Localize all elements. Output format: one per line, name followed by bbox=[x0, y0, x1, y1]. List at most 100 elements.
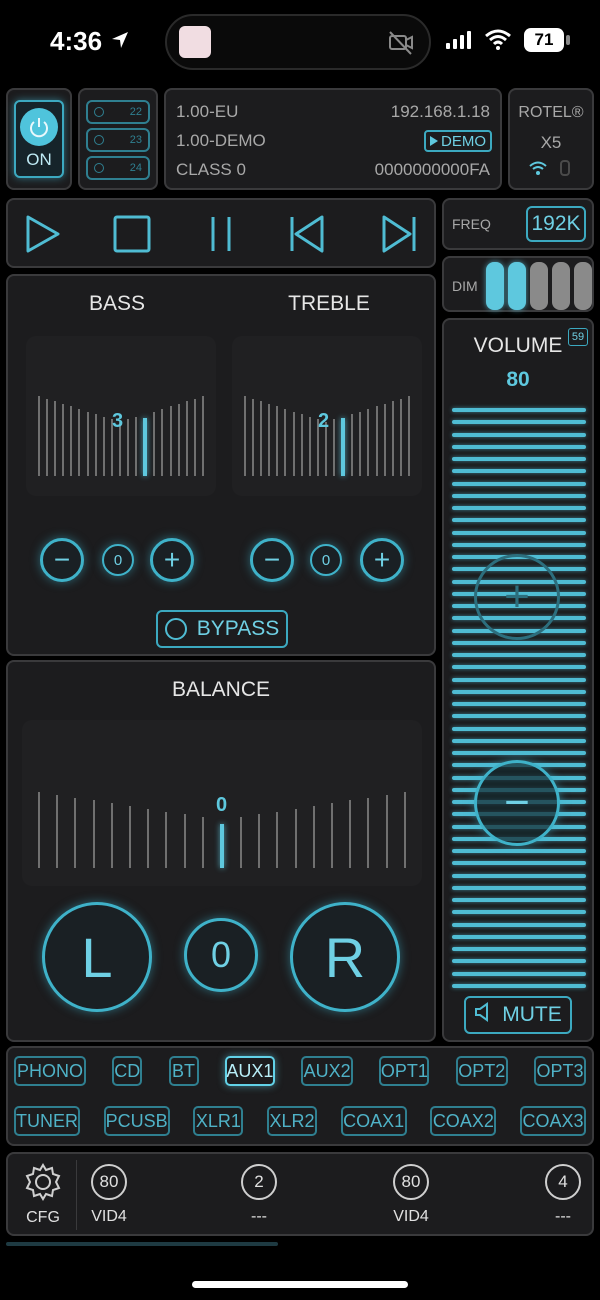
balance-slider[interactable]: 0 bbox=[22, 720, 422, 886]
bass-tick bbox=[78, 409, 81, 476]
volume-panel: VOLUME 59 80 + − MUTE bbox=[442, 318, 594, 1042]
volume-bar bbox=[452, 542, 586, 547]
mode-text: 1.00-DEMO bbox=[176, 131, 266, 150]
dim-bar[interactable] bbox=[530, 262, 548, 310]
treble-plus-button[interactable]: + bbox=[360, 538, 404, 582]
balance-right-button[interactable]: R bbox=[290, 902, 400, 1012]
source-opt3[interactable]: OPT3 bbox=[534, 1056, 586, 1086]
mute-button[interactable]: MUTE bbox=[464, 996, 572, 1034]
source-opt1[interactable]: OPT1 bbox=[379, 1056, 430, 1086]
volume-bar bbox=[452, 432, 586, 437]
treble-tick bbox=[333, 419, 336, 476]
treble-slider[interactable]: 2 bbox=[232, 336, 422, 496]
stop-button[interactable] bbox=[112, 214, 152, 259]
volume-bar bbox=[452, 469, 586, 474]
balance-tick bbox=[110, 803, 113, 868]
treble-tick bbox=[268, 403, 271, 476]
power-button[interactable]: ON bbox=[14, 100, 64, 178]
volume-bar bbox=[452, 481, 586, 486]
power-icon bbox=[20, 108, 58, 146]
volume-bar bbox=[452, 898, 586, 902]
volume-down-button[interactable]: − bbox=[474, 760, 560, 846]
play-icon bbox=[430, 136, 438, 146]
home-indicator[interactable] bbox=[192, 1281, 408, 1288]
dim-panel: DIM bbox=[442, 256, 594, 312]
pause-button[interactable] bbox=[206, 214, 236, 259]
zones-panel: 22 23 24 bbox=[78, 88, 158, 190]
volume-badge: 59 bbox=[568, 328, 588, 346]
source-phono[interactable]: PHONO bbox=[14, 1056, 86, 1086]
source-coax3[interactable]: COAX3 bbox=[520, 1106, 586, 1136]
source-xlr2[interactable]: XLR2 bbox=[267, 1106, 317, 1136]
balance-tick bbox=[385, 794, 388, 868]
bass-tick bbox=[135, 416, 138, 476]
source-coax2[interactable]: COAX2 bbox=[430, 1106, 497, 1136]
zone-button-24[interactable]: 24 bbox=[86, 156, 150, 180]
bass-value: 3 bbox=[112, 410, 124, 432]
zone-button-23[interactable]: 23 bbox=[86, 128, 150, 152]
dim-bar[interactable] bbox=[486, 262, 504, 310]
dim-bar[interactable] bbox=[552, 262, 570, 310]
bass-plus-button[interactable]: + bbox=[150, 538, 194, 582]
next-button[interactable] bbox=[380, 214, 418, 259]
freq-value[interactable]: 192K bbox=[526, 206, 586, 242]
volume-bar bbox=[452, 518, 586, 523]
bottom-item-label: VID4 bbox=[91, 1208, 127, 1225]
source-cd[interactable]: CD bbox=[112, 1056, 143, 1086]
bottom-item-1[interactable]: 80 VID4 bbox=[84, 1164, 134, 1226]
bass-tick bbox=[70, 406, 73, 476]
source-aux1[interactable]: AUX1 bbox=[224, 1056, 275, 1086]
balance-center-button[interactable]: 0 bbox=[184, 918, 258, 992]
volume-bar bbox=[452, 444, 586, 449]
balance-tick bbox=[219, 824, 224, 868]
source-coax1[interactable]: COAX1 bbox=[340, 1106, 407, 1136]
balance-tick bbox=[92, 800, 95, 868]
balance-tick bbox=[240, 817, 243, 868]
bottom-item-2[interactable]: 2 --- bbox=[234, 1164, 284, 1226]
bass-tick bbox=[201, 396, 204, 476]
source-xlr1[interactable]: XLR1 bbox=[193, 1106, 244, 1136]
source-bt[interactable]: BT bbox=[168, 1056, 199, 1086]
bottom-item-3[interactable]: 80 VID4 bbox=[386, 1164, 436, 1226]
cfg-label: CFG bbox=[26, 1209, 60, 1226]
treble-tick bbox=[292, 411, 295, 476]
play-button[interactable] bbox=[24, 214, 62, 259]
volume-bar bbox=[452, 738, 586, 743]
treble-reset-button[interactable]: 0 bbox=[310, 544, 342, 576]
status-time: 4:36 bbox=[50, 26, 103, 56]
bass-tick bbox=[127, 419, 130, 476]
volume-up-button[interactable]: + bbox=[474, 554, 560, 640]
source-opt2[interactable]: OPT2 bbox=[455, 1056, 508, 1086]
treble-tick bbox=[308, 416, 311, 476]
source-pcusb[interactable]: PCUSB bbox=[103, 1106, 170, 1136]
treble-tick bbox=[399, 398, 402, 476]
dim-bar[interactable] bbox=[574, 262, 592, 310]
bass-tick bbox=[185, 401, 188, 476]
bass-minus-button[interactable]: − bbox=[40, 538, 84, 582]
previous-button[interactable] bbox=[288, 214, 326, 259]
balance-left-button[interactable]: L bbox=[42, 902, 152, 1012]
dim-bar[interactable] bbox=[508, 262, 526, 310]
treble-tick bbox=[284, 409, 287, 476]
source-tuner[interactable]: TUNER bbox=[14, 1106, 80, 1136]
treble-tick bbox=[359, 411, 362, 476]
source-aux2[interactable]: AUX2 bbox=[301, 1056, 354, 1086]
dim-level-bars[interactable] bbox=[486, 262, 592, 310]
zone-button-22[interactable]: 22 bbox=[86, 100, 150, 124]
sources-panel: PHONO CD BT AUX1 AUX2 OPT1 OPT2 OPT3 TUNER PCUSB… bbox=[6, 1046, 594, 1146]
treble-minus-button[interactable]: − bbox=[250, 538, 294, 582]
balance-tick bbox=[56, 794, 59, 868]
gear-icon bbox=[25, 1163, 61, 1201]
zone-icon bbox=[94, 163, 104, 173]
volume-slider[interactable] bbox=[452, 408, 586, 988]
bypass-button[interactable]: BYPASS bbox=[156, 610, 288, 648]
class-text: CLASS 0 bbox=[176, 160, 246, 179]
bass-reset-button[interactable]: 0 bbox=[102, 544, 134, 576]
bypass-label: BYPASS bbox=[196, 617, 280, 640]
balance-tick bbox=[183, 814, 186, 868]
cfg-button[interactable]: CFG bbox=[16, 1162, 70, 1230]
volume-bar bbox=[452, 506, 586, 510]
bottom-item-4[interactable]: 4 --- bbox=[538, 1164, 588, 1226]
bass-slider[interactable]: 3 bbox=[26, 336, 216, 496]
volume-bar bbox=[452, 861, 586, 866]
